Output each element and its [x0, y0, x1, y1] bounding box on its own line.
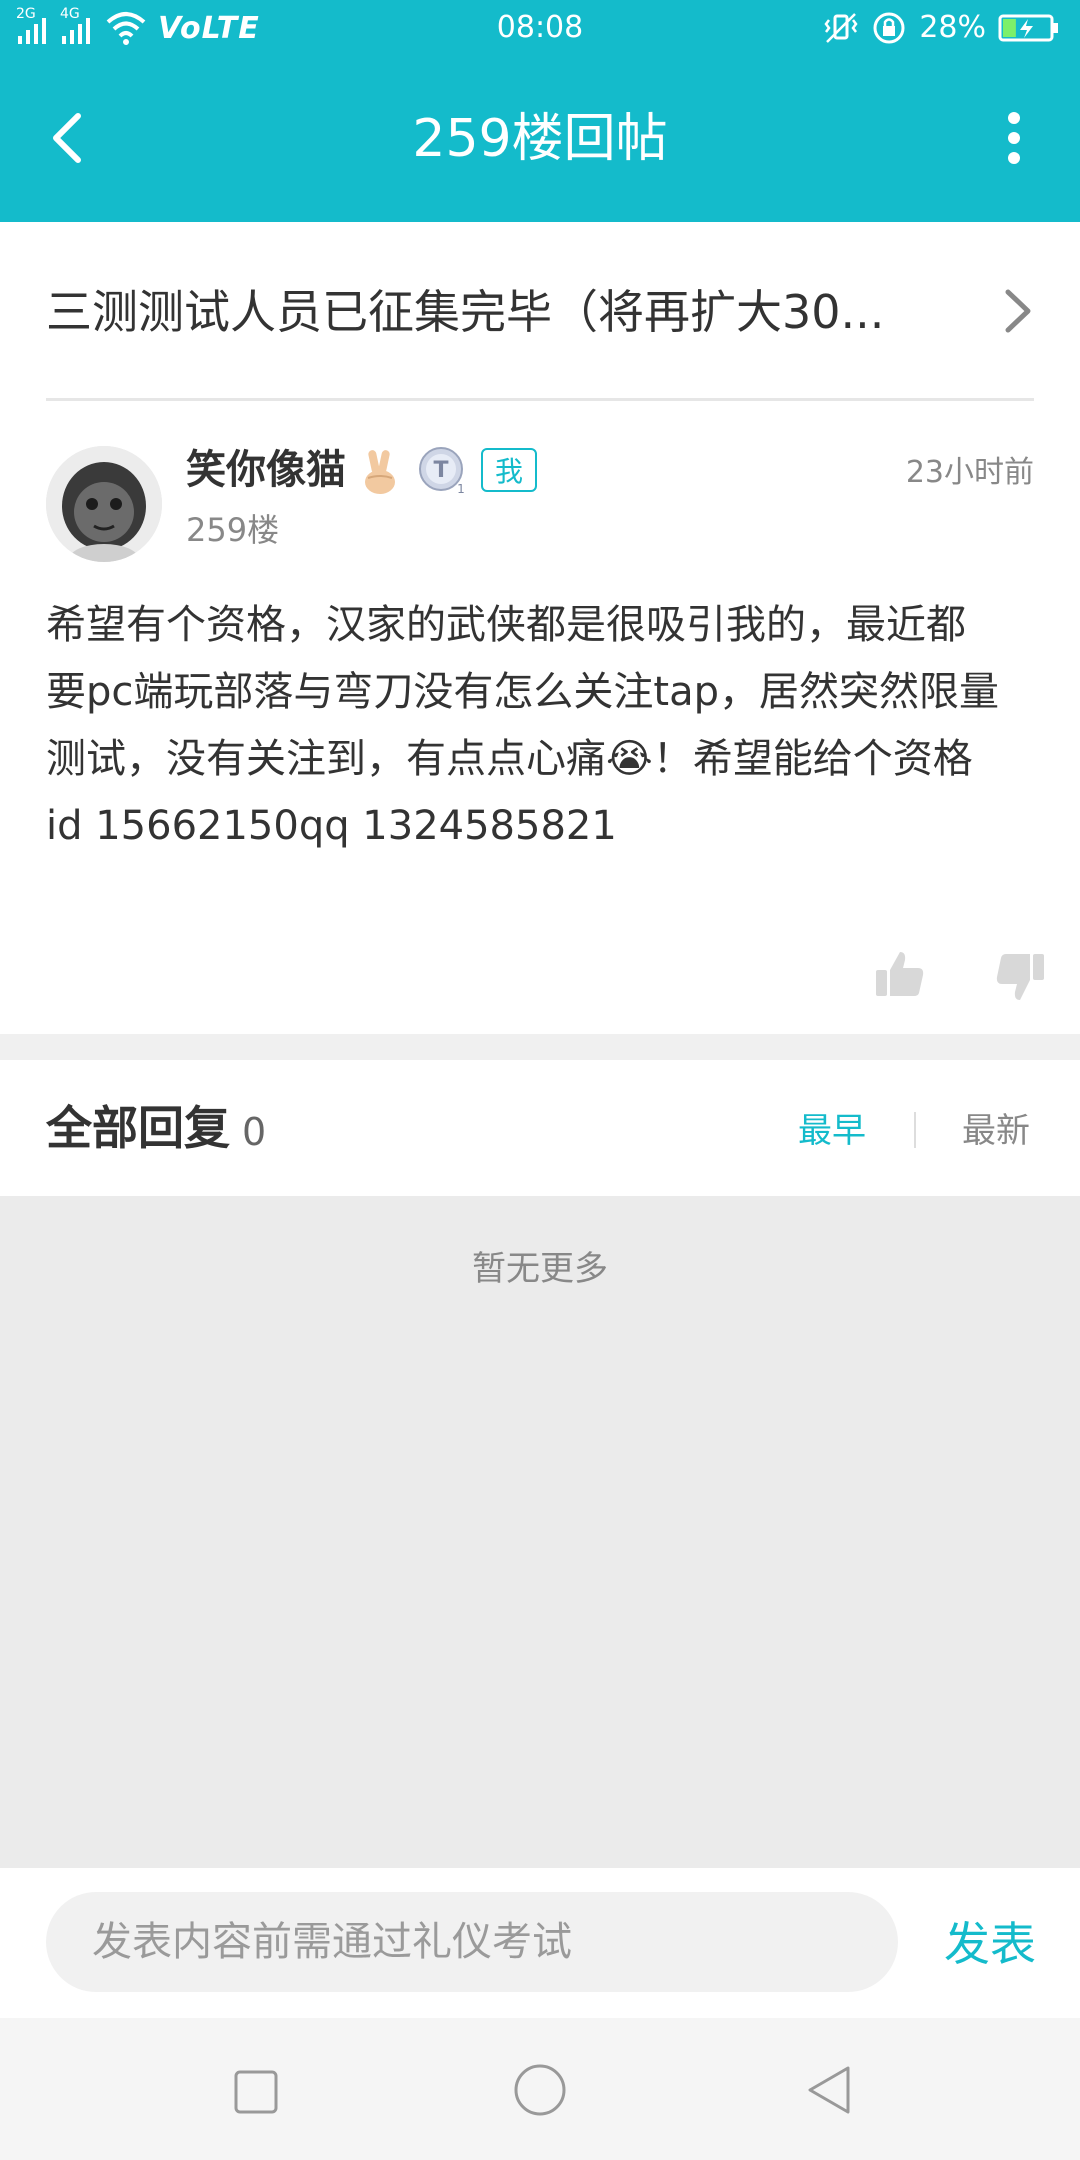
- thread-topic-link[interactable]: 三测测试人员已征集完毕（将再扩大30...: [0, 222, 1080, 400]
- send-button[interactable]: 发表: [944, 1914, 1036, 1974]
- status-bar: 2G 4G VoLTE 08:08 28%: [0, 0, 1080, 56]
- thumbs-down-icon[interactable]: [994, 950, 1046, 1006]
- status-right: 28%: [823, 8, 1060, 48]
- level-badge-letter: T: [433, 458, 448, 483]
- post-content-line: 要pc端玩部落与弯刀没有怎么关注tap，居然突然限量: [46, 669, 999, 715]
- thread-topic-title: 三测测试人员已征集完毕（将再扩大30...: [46, 285, 885, 339]
- post-content-line: 希望有个资格，汉家的武侠都是很吸引我的，最近都: [46, 602, 966, 648]
- thumbs-up-icon[interactable]: [874, 948, 926, 1000]
- post-content: 希望有个资格，汉家的武侠都是很吸引我的，最近都 要pc端玩部落与弯刀没有怎么关注…: [46, 592, 1036, 860]
- divider: [46, 398, 1034, 401]
- system-back-icon[interactable]: [804, 2062, 856, 2118]
- battery-icon: [998, 14, 1058, 42]
- sort-newest-tab[interactable]: 最新: [962, 1106, 1030, 1156]
- empty-state-text: 暂无更多: [472, 1249, 608, 1289]
- replies-title: 全部回复: [46, 1101, 230, 1155]
- post-timestamp: 23小时前: [905, 455, 1034, 490]
- navigation-bar: 259楼回帖: [0, 56, 1080, 222]
- system-navigation-bar: [0, 2018, 1080, 2160]
- page-title: 259楼回帖: [412, 109, 668, 169]
- replies-list: 暂无更多: [0, 1196, 1080, 1868]
- sort-earliest-tab[interactable]: 最早: [798, 1106, 866, 1156]
- home-icon[interactable]: [512, 2062, 568, 2118]
- reply-input[interactable]: [46, 1892, 898, 1992]
- peace-hand-emoji-icon: [365, 450, 395, 494]
- post-floor-number: 259楼: [186, 511, 280, 549]
- level-badge-icon: T 1: [419, 447, 465, 496]
- replies-header: 全部回复 0 最早 最新: [0, 1060, 1080, 1196]
- reply-bar: 发表: [0, 1868, 1080, 2018]
- post-content-line: 测试，没有关注到，有点点心痛😭！希望能给个资格: [46, 736, 973, 782]
- svg-text:1: 1: [457, 482, 465, 496]
- me-badge: 我: [481, 448, 537, 492]
- post-content-line: id 15662150qq 1324585821: [46, 803, 617, 849]
- post-username[interactable]: 笑你像猫: [186, 442, 346, 498]
- replies-count: 0: [242, 1110, 267, 1154]
- avatar[interactable]: [46, 446, 162, 562]
- chevron-right-icon: [1005, 289, 1031, 333]
- sort-separator: [914, 1112, 916, 1148]
- recent-apps-icon[interactable]: [232, 2068, 280, 2116]
- rotation-lock-icon: [873, 12, 905, 44]
- app-header: 2G 4G VoLTE 08:08 28% 259楼回帖: [0, 0, 1080, 222]
- section-divider: [0, 1034, 1080, 1060]
- more-options-icon[interactable]: [984, 108, 1044, 168]
- vibrate-icon: [824, 13, 858, 43]
- battery-percent: 28%: [919, 10, 986, 45]
